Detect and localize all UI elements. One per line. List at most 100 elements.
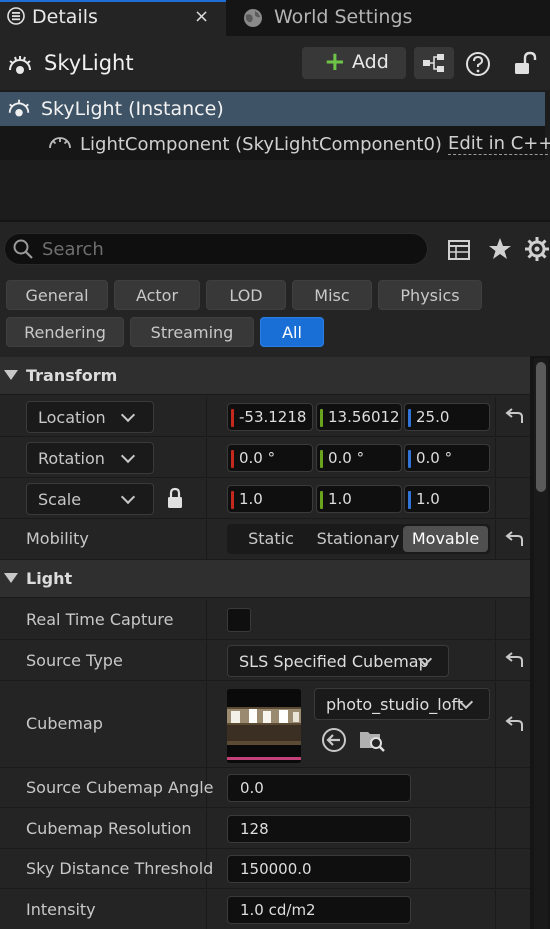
tab-world-settings[interactable]: World Settings [274, 6, 412, 28]
component-label: SkyLight (Instance) [41, 98, 224, 120]
mobility-option-movable[interactable]: Movable [403, 526, 488, 552]
filter-lod[interactable]: LOD [206, 280, 286, 310]
scale-y-field[interactable]: 1.0 [316, 485, 402, 513]
actor-name: SkyLight [44, 51, 134, 75]
column-divider [495, 397, 496, 436]
column-divider [495, 849, 496, 888]
column-divider [495, 600, 496, 639]
scale-mode-dropdown[interactable]: Scale [26, 483, 154, 515]
mobility-option-stationary[interactable]: Stationary [315, 524, 401, 554]
source-type-dropdown[interactable]: SLS Specified Cubemap [227, 645, 449, 677]
reset-to-default-icon[interactable] [504, 408, 526, 426]
dropdown-label: Rotation [38, 449, 105, 468]
settings-gear-icon[interactable] [524, 236, 550, 262]
add-component-button[interactable]: + Add [302, 47, 406, 79]
property-label: Cubemap [26, 714, 103, 733]
browse-asset-icon[interactable] [358, 726, 386, 754]
cubemap-preview-image [227, 689, 301, 763]
source-cubemap-angle-field[interactable]: 0.0 [227, 774, 411, 802]
filter-rendering[interactable]: Rendering [6, 317, 124, 347]
sky-distance-threshold-field[interactable]: 150000.0 [227, 855, 411, 883]
location-z-field[interactable]: 25.0 [404, 403, 490, 431]
section-title: Light [26, 569, 73, 588]
property-matrix-icon[interactable] [447, 238, 471, 262]
field-value: 1.0 [328, 490, 352, 508]
y-axis-bar [320, 409, 323, 427]
property-label: Cubemap Resolution [26, 819, 192, 838]
z-axis-bar [408, 409, 411, 427]
property-row-source-type: Source Type SLS Specified Cubemap [0, 641, 530, 681]
intensity-field[interactable]: 1.0 cd/m2 [227, 896, 411, 924]
lock-icon[interactable] [166, 487, 184, 509]
globe-icon [244, 9, 262, 27]
dropdown-label: Location [38, 408, 106, 427]
field-value: 1.0 cd/m2 [240, 901, 316, 919]
cubemap-resolution-field[interactable]: 128 [227, 815, 411, 843]
filter-streaming[interactable]: Streaming [130, 317, 254, 347]
x-axis-bar [231, 450, 234, 468]
location-y-field[interactable]: 13.56012 [316, 403, 402, 431]
reset-to-default-icon[interactable] [504, 652, 526, 670]
field-value: -53.1218 [239, 408, 307, 426]
rotation-y-field[interactable]: 0.0 ° [316, 444, 402, 472]
section-title: Transform [26, 366, 118, 385]
filter-misc[interactable]: Misc [292, 280, 372, 310]
dropdown-value: SLS Specified Cubemap [239, 652, 429, 671]
rotation-x-field[interactable]: 0.0 ° [227, 444, 313, 472]
skylight-component-icon [49, 137, 71, 149]
reset-to-default-icon[interactable] [504, 716, 526, 734]
property-label: Source Cubemap Angle [26, 778, 214, 797]
rotation-mode-dropdown[interactable]: Rotation [26, 442, 154, 474]
column-divider [495, 768, 496, 807]
property-row-scale: Scale 1.0 1.0 1.0 [0, 479, 530, 519]
y-axis-bar [320, 450, 323, 468]
column-divider [495, 641, 496, 680]
details-icon [7, 7, 25, 25]
field-value: 0.0 ° [328, 449, 365, 467]
asset-name: photo_studio_loft [326, 695, 464, 714]
chevron-down-icon [120, 448, 136, 464]
unlock-icon[interactable] [512, 50, 538, 78]
property-row-intensity: Intensity 1.0 cd/m2 [0, 890, 530, 929]
column-divider [495, 682, 496, 767]
chevron-down-icon [120, 489, 136, 505]
collapse-arrow-icon [4, 573, 18, 583]
section-transform[interactable]: Transform [0, 357, 530, 395]
add-button-label: Add [352, 51, 389, 73]
mobility-option-static[interactable]: Static [227, 524, 315, 554]
property-row-real-time-capture: Real Time Capture [0, 600, 530, 640]
scrollbar-thumb[interactable] [536, 362, 546, 492]
filter-general[interactable]: General [6, 280, 108, 310]
use-selected-asset-icon[interactable] [320, 726, 348, 754]
property-label: Sky Distance Threshold [26, 859, 214, 878]
search-input[interactable] [42, 236, 412, 262]
cubemap-thumbnail[interactable] [227, 689, 301, 763]
z-axis-bar [408, 450, 411, 468]
column-divider [495, 438, 496, 477]
cubemap-asset-picker[interactable]: photo_studio_loft [314, 688, 490, 720]
favorites-star-icon[interactable] [487, 236, 513, 262]
blueprint-button[interactable] [414, 47, 454, 79]
filter-all[interactable]: All [260, 317, 324, 347]
scale-x-field[interactable]: 1.0 [227, 485, 313, 513]
real-time-capture-checkbox[interactable] [227, 608, 251, 632]
rotation-z-field[interactable]: 0.0 ° [404, 444, 490, 472]
edit-in-cpp-link[interactable]: Edit in C++ [448, 134, 550, 155]
close-tab-icon[interactable]: × [194, 6, 209, 27]
filter-physics[interactable]: Physics [378, 280, 482, 310]
filter-actor[interactable]: Actor [114, 280, 200, 310]
help-icon[interactable] [464, 50, 492, 78]
location-mode-dropdown[interactable]: Location [26, 401, 154, 433]
collapse-arrow-icon [4, 370, 18, 380]
section-light[interactable]: Light [0, 560, 530, 598]
search-icon [13, 239, 33, 259]
property-row-location: Location -53.1218 13.56012 25.0 [0, 397, 530, 437]
property-row-cubemap-resolution: Cubemap Resolution 128 [0, 809, 530, 849]
scale-z-field[interactable]: 1.0 [404, 485, 490, 513]
property-row-source-cubemap-angle: Source Cubemap Angle 0.0 [0, 768, 530, 808]
field-value: 0.0 [240, 779, 264, 797]
property-row-sky-distance-threshold: Sky Distance Threshold 150000.0 [0, 849, 530, 889]
reset-to-default-icon[interactable] [504, 531, 526, 549]
property-label: Real Time Capture [26, 610, 174, 629]
location-x-field[interactable]: -53.1218 [227, 403, 313, 431]
